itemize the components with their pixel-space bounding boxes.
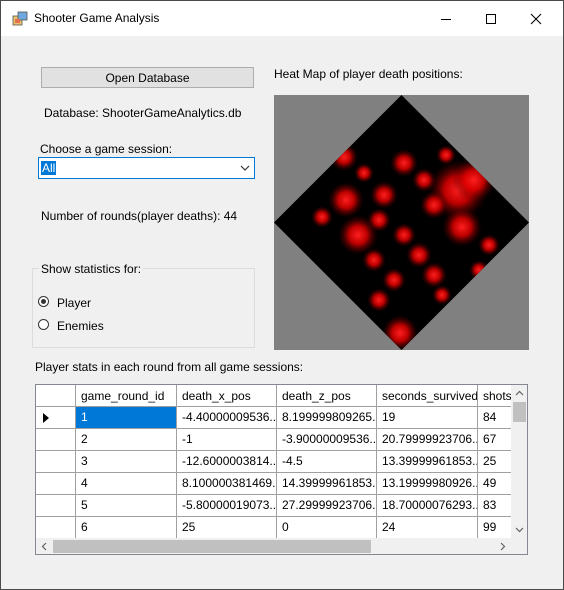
session-selected-value: All (41, 161, 57, 175)
close-icon (530, 13, 541, 24)
table-cell[interactable]: 24 (377, 517, 478, 539)
heatmap-image (274, 95, 529, 350)
heatmap-panel (274, 95, 529, 350)
table-cell[interactable]: 8.199999809265... (277, 407, 377, 429)
heatmap-label: Heat Map of player death positions: (274, 67, 463, 81)
player-radio[interactable] (38, 296, 49, 307)
maximize-icon (485, 13, 496, 24)
column-header[interactable]: seconds_survived (377, 385, 478, 407)
row-header[interactable] (36, 407, 76, 429)
enemies-radio-label[interactable]: Enemies (57, 319, 104, 333)
enemies-radio[interactable] (38, 319, 49, 330)
table-cell[interactable]: 25 (177, 517, 277, 539)
table-cell[interactable]: -4.40000009536... (177, 407, 277, 429)
table-cell[interactable]: -4.5 (277, 451, 377, 473)
table-cell[interactable]: 18.70000076293... (377, 495, 478, 517)
table-cell[interactable]: 20.79999923706... (377, 429, 478, 451)
column-header[interactable]: death_z_pos (277, 385, 377, 407)
maximize-button[interactable] (468, 1, 513, 36)
statistics-group-label: Show statistics for: (39, 262, 144, 276)
heatmap-diamond (274, 95, 529, 350)
table-cell[interactable]: -3.90000009536... (277, 429, 377, 451)
table-cell[interactable]: 13.39999961853... (377, 451, 478, 473)
minimize-button[interactable] (423, 1, 468, 36)
table-cell[interactable]: 27.29999923706... (277, 495, 377, 517)
title-bar: Shooter Game Analysis (1, 1, 563, 36)
table-cell[interactable]: 0 (277, 517, 377, 539)
row-header[interactable] (36, 495, 76, 517)
table-cell[interactable]: 14.39999961853... (277, 473, 377, 495)
scrollbar-corner (511, 538, 527, 554)
open-database-button[interactable]: Open Database (41, 67, 254, 88)
close-button[interactable] (513, 1, 558, 36)
session-prompt-label: Choose a game session: (40, 142, 173, 156)
table-cell[interactable]: 5 (76, 495, 177, 517)
radio-selected-dot (41, 299, 46, 304)
grid-corner-header (36, 385, 76, 407)
grid-caption: Player stats in each round from all game… (35, 360, 304, 374)
table-cell[interactable]: -1 (177, 429, 277, 451)
session-dropdown[interactable]: All (38, 157, 255, 179)
vertical-scroll-thumb[interactable] (513, 402, 526, 422)
chevron-down-icon (240, 165, 250, 171)
database-label: Database: ShooterGameAnalytics.db (44, 106, 242, 120)
row-header[interactable] (36, 451, 76, 473)
vertical-scrollbar[interactable] (511, 385, 527, 538)
row-pointer-icon (43, 413, 49, 423)
scroll-left-icon[interactable] (40, 542, 49, 551)
table-cell[interactable]: 6 (76, 517, 177, 539)
table-cell[interactable]: 19 (377, 407, 478, 429)
table-cell[interactable]: 4 (76, 473, 177, 495)
table-cell[interactable]: -5.80000019073... (177, 495, 277, 517)
player-radio-label[interactable]: Player (57, 296, 91, 310)
column-header[interactable]: death_x_pos (177, 385, 277, 407)
table-cell[interactable]: 8.100000381469... (177, 473, 277, 495)
app-icon (12, 11, 28, 26)
row-header[interactable] (36, 429, 76, 451)
rounds-count-label: Number of rounds(player deaths): 44 (41, 209, 238, 223)
table-cell[interactable]: 13.19999980926... (377, 473, 478, 495)
minimize-icon (440, 18, 451, 20)
row-header[interactable] (36, 517, 76, 539)
horizontal-scroll-thumb[interactable] (53, 540, 371, 553)
app-window: Shooter Game Analysis Open Database Data… (0, 0, 564, 590)
scroll-right-icon[interactable] (498, 542, 507, 551)
table-cell[interactable]: 1 (76, 407, 177, 429)
table-cell[interactable]: 3 (76, 451, 177, 473)
column-header[interactable]: game_round_id (76, 385, 177, 407)
scroll-up-icon[interactable] (515, 389, 524, 398)
table-cell[interactable]: 2 (76, 429, 177, 451)
scroll-down-icon[interactable] (515, 525, 524, 534)
table-cell[interactable]: -12.6000003814... (177, 451, 277, 473)
window-title: Shooter Game Analysis (34, 11, 160, 25)
stats-data-grid[interactable]: game_round_id death_x_pos death_z_pos se… (35, 384, 528, 555)
horizontal-scrollbar[interactable] (36, 538, 511, 554)
row-header[interactable] (36, 473, 76, 495)
